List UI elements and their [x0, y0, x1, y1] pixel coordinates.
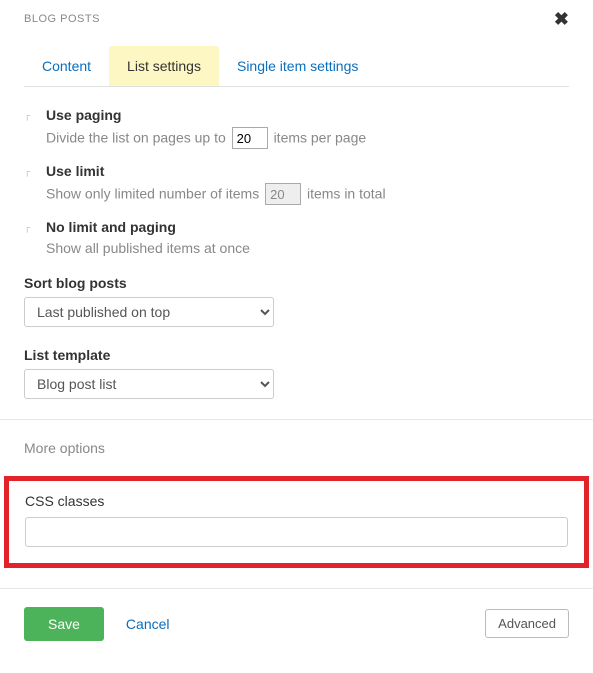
paging-radio-group: ┌ Use paging Divide the list on pages up… — [24, 107, 569, 259]
radio-description: Show only limited number of items items … — [46, 183, 569, 205]
css-classes-input[interactable] — [25, 517, 568, 547]
blog-posts-dialog: BLOG POSTS ✖ Content List settings Singl… — [0, 0, 593, 661]
sort-label: Sort blog posts — [24, 275, 569, 291]
template-label: List template — [24, 347, 569, 363]
dialog-title: BLOG POSTS — [24, 13, 100, 25]
limit-count-input[interactable] — [265, 183, 301, 205]
radio-use-paging[interactable]: ┌ Use paging Divide the list on pages up… — [24, 107, 569, 149]
sort-field: Sort blog posts Last published on top — [24, 275, 569, 327]
radio-description: Show all published items at once — [46, 239, 569, 259]
tab-single-item[interactable]: Single item settings — [219, 46, 376, 86]
tabs: Content List settings Single item settin… — [24, 46, 569, 87]
template-select[interactable]: Blog post list — [24, 369, 274, 399]
save-button[interactable]: Save — [24, 607, 104, 641]
radio-description: Divide the list on pages up to items per… — [46, 127, 569, 149]
radio-label: No limit and paging — [46, 219, 569, 235]
cancel-button[interactable]: Cancel — [126, 616, 170, 632]
radio-icon: ┌ — [24, 222, 36, 234]
radio-icon: ┌ — [24, 110, 36, 122]
radio-label: Use paging — [46, 107, 569, 123]
css-classes-label: CSS classes — [25, 493, 568, 509]
radio-icon: ┌ — [24, 166, 36, 178]
advanced-button[interactable]: Advanced — [485, 609, 569, 638]
radio-use-limit[interactable]: ┌ Use limit Show only limited number of … — [24, 163, 569, 205]
close-icon[interactable]: ✖ — [554, 10, 569, 28]
radio-no-limit[interactable]: ┌ No limit and paging Show all published… — [24, 219, 569, 259]
tab-content[interactable]: Content — [24, 46, 109, 86]
more-options-toggle[interactable]: More options — [0, 420, 593, 476]
sort-select[interactable]: Last published on top — [24, 297, 274, 327]
paging-count-input[interactable] — [232, 127, 268, 149]
dialog-footer: Save Cancel Advanced — [0, 588, 593, 661]
dialog-header: BLOG POSTS ✖ — [0, 0, 593, 28]
radio-label: Use limit — [46, 163, 569, 179]
tab-panel: ┌ Use paging Divide the list on pages up… — [0, 87, 593, 399]
template-field: List template Blog post list — [24, 347, 569, 399]
css-classes-highlight: CSS classes — [4, 476, 589, 568]
tab-list-settings[interactable]: List settings — [109, 46, 219, 86]
